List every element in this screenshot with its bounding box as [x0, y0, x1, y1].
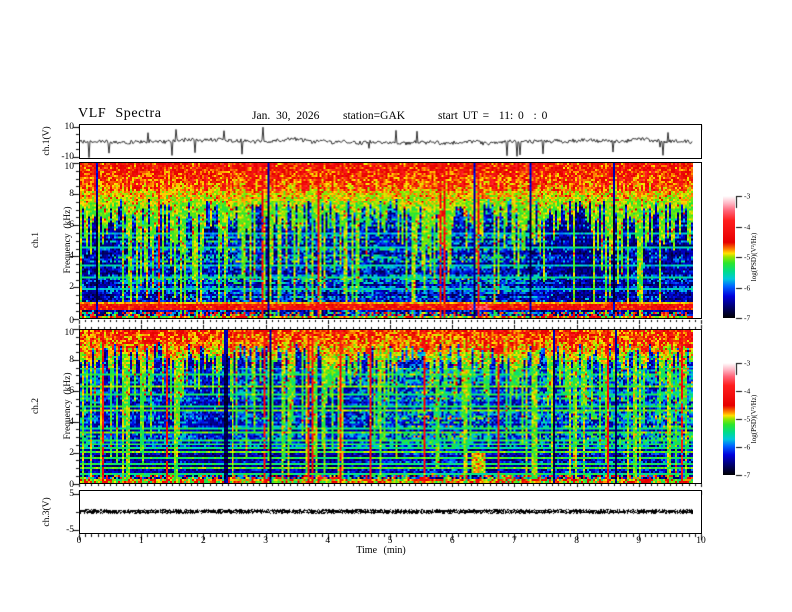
colorbar2-tick-label: -6 [744, 442, 751, 452]
ch1-label-line1: ch.1 [31, 231, 41, 249]
ch2-freq-tick-label: 10 [64, 327, 75, 338]
ch3-volt-tick-label: 5 [69, 489, 74, 499]
colorbar-ch2-label: log(PSD)(V²/Hz) [749, 394, 758, 444]
ch1-volt-tick-label: -10 [61, 152, 74, 162]
ch1-freq-tick-label: 10 [64, 161, 75, 172]
x-tick-label: 2 [201, 536, 206, 546]
ch2-label-line1: ch.2 [31, 397, 41, 415]
ch1-freq-tick-label: 2 [69, 282, 74, 293]
colorbar-ch1-label: log(PSD)(V²/Hz) [749, 232, 758, 282]
x-axis-title: Time (min) [356, 545, 406, 556]
x-tick-label: 10 [696, 536, 706, 546]
x-tick-label: 6 [449, 536, 455, 546]
x-tick-label: 8 [574, 536, 579, 546]
ch3-waveform-trace [80, 491, 693, 533]
colorbar-ch1 [723, 196, 735, 318]
plot-date: Jan. 30, 2026 [252, 110, 320, 122]
ch1-freq-tick-label: 0 [69, 316, 74, 326]
ch3-voltage-axis-label: ch.3(V) [41, 497, 52, 527]
ch1-waveform-trace [80, 125, 693, 158]
x-tick-label: 0 [76, 536, 82, 546]
colorbar2-tick-label: -5 [744, 414, 751, 424]
ch1-freq-tick-label: 6 [69, 220, 74, 231]
ch1-spectrogram-panel [79, 162, 702, 319]
ch1-freq-tick-label: 8 [69, 189, 74, 200]
ch3-volt-tick-label: -5 [66, 524, 74, 535]
colorbar1-tick-label: -4 [744, 222, 751, 231]
plot-title: VLF Spectra [78, 106, 162, 121]
x-tick-label: 7 [512, 536, 517, 546]
colorbar2-tick-label: -3 [744, 358, 751, 368]
ch2-freq-tick-label: 8 [69, 354, 74, 365]
ch1-freq-tick-label: 4 [69, 251, 74, 262]
vlf-spectra-figure: VLF Spectra Jan. 30, 2026 station=GAK st… [0, 0, 792, 612]
colorbar1-tick-label: -6 [744, 283, 751, 292]
ch1-volt-tick-label: 10 [64, 122, 75, 132]
station-label: station=GAK [343, 110, 406, 122]
x-tick-label: 9 [636, 536, 642, 546]
ch1-waveform-panel [79, 124, 702, 159]
x-tick-label: 3 [263, 536, 268, 546]
x-tick-label: 4 [325, 536, 331, 546]
ch2-freq-tick-label: 0 [69, 479, 74, 490]
ch2-spectrogram-panel [79, 329, 702, 484]
ch2-frequency-axis-label: ch.2 Frequency (kHz) [10, 372, 94, 439]
x-tick-label: 1 [138, 536, 144, 546]
colorbar1-tick-label: -5 [744, 252, 751, 262]
ch1-spectrogram-image [80, 163, 693, 318]
ch2-freq-tick-label: 4 [69, 416, 74, 427]
frequency-khz-label: Frequency (kHz) [62, 372, 73, 440]
colorbar2-tick-label: -4 [744, 386, 751, 396]
ch3-waveform-panel [79, 490, 702, 534]
colorbar2-tick-label: -7 [744, 470, 751, 480]
x-tick-label: 5 [387, 536, 393, 546]
frequency-khz-label: Frequency (kHz) [62, 206, 73, 274]
colorbar-ch2 [723, 363, 735, 475]
ch1-frequency-axis-label: ch.1 Frequency (kHz) [10, 206, 94, 273]
ch2-freq-tick-label: 6 [69, 385, 74, 396]
ch2-spectrogram-image [80, 330, 693, 483]
start-ut-label: start UT = 11: 0 : 0 [438, 110, 548, 122]
colorbar1-tick-label: -7 [744, 313, 751, 323]
colorbar1-tick-label: -3 [744, 191, 751, 201]
ch2-freq-tick-label: 2 [69, 447, 74, 458]
